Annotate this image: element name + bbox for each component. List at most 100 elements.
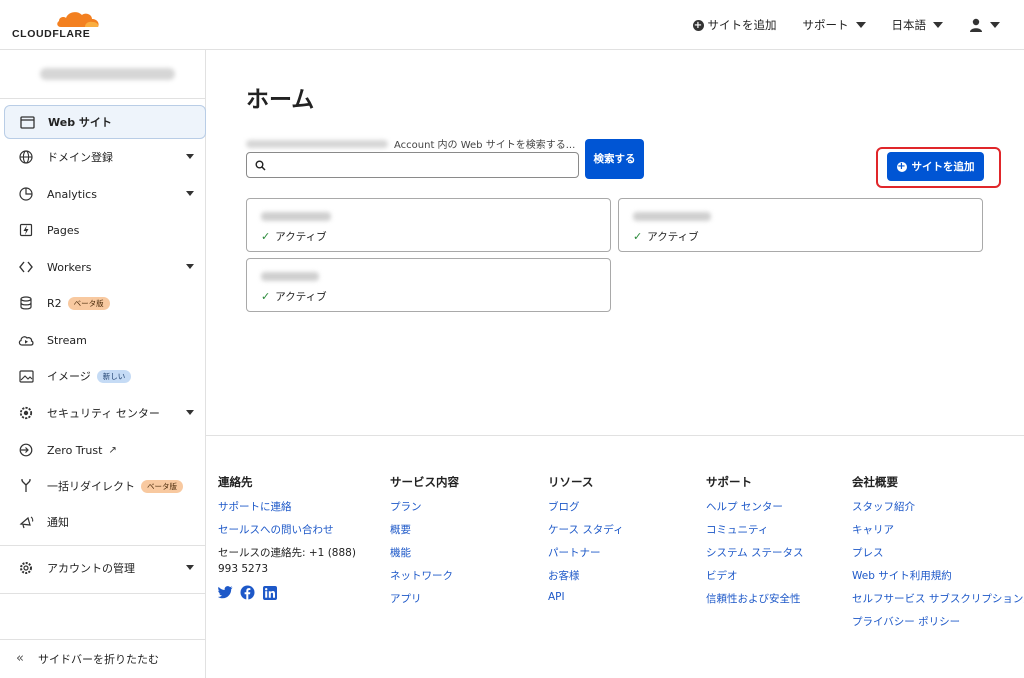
sidebar-item-notifications[interactable]: 通知 bbox=[4, 505, 206, 539]
sidebar-item-analytics[interactable]: Analytics bbox=[4, 177, 206, 211]
footer-link-api[interactable]: API bbox=[548, 591, 624, 603]
sidebar-item-label: セキュリティ センター bbox=[47, 407, 160, 420]
database-icon bbox=[18, 295, 34, 311]
caret-down-icon bbox=[933, 22, 943, 28]
footer-link-blog[interactable]: ブログ bbox=[548, 499, 624, 514]
search-input[interactable] bbox=[272, 154, 578, 176]
search-label-text: Account 内の Web サイトを検索する... bbox=[394, 140, 576, 151]
footer-link-press[interactable]: プレス bbox=[852, 545, 1024, 560]
header-add-site-label: サイトを追加 bbox=[707, 18, 777, 32]
footer-link-careers[interactable]: キャリア bbox=[852, 522, 1024, 537]
add-site-button[interactable]: + サイトを追加 bbox=[887, 152, 984, 181]
footer-heading: リソース bbox=[548, 475, 594, 489]
facebook-icon[interactable] bbox=[240, 585, 255, 600]
security-gear-icon bbox=[18, 405, 34, 421]
site-name-redacted bbox=[261, 272, 319, 281]
search-input-wrapper[interactable] bbox=[246, 152, 579, 178]
footer-link-community[interactable]: コミュニティ bbox=[706, 522, 804, 537]
analytics-icon bbox=[18, 186, 34, 202]
footer-link-contact-support[interactable]: サポートに連絡 bbox=[218, 499, 368, 514]
main-content: ホーム Account 内の Web サイトを検索する... 検索する + サイ… bbox=[206, 50, 1024, 678]
footer-column-support: サポート ヘルプ センター コミュニティ システム ステータス ビデオ 信頼性お… bbox=[706, 474, 804, 614]
cloudflare-logo[interactable]: CLOUDFLARE bbox=[12, 8, 102, 42]
sidebar-item-account-management[interactable]: アカウントの管理 bbox=[4, 551, 206, 585]
footer-link-privacy-policy[interactable]: プライバシー ポリシー bbox=[852, 614, 1024, 629]
sidebar-item-label: Analytics bbox=[47, 187, 97, 201]
account-name-redacted bbox=[246, 139, 388, 148]
site-name-redacted bbox=[261, 212, 331, 221]
page-title: ホーム bbox=[246, 87, 315, 113]
caret-down-icon bbox=[186, 154, 194, 159]
footer-link-customers[interactable]: お客様 bbox=[548, 568, 624, 583]
new-badge: 新しい bbox=[96, 369, 132, 383]
sidebar-item-r2[interactable]: R2 ベータ版 bbox=[4, 286, 206, 320]
sidebar-item-label: R2 bbox=[47, 296, 62, 310]
sidebar-item-label: Zero Trust bbox=[47, 443, 103, 457]
footer-link-plans[interactable]: プラン bbox=[390, 499, 459, 514]
sidebar-item-images[interactable]: イメージ 新しい bbox=[4, 359, 206, 393]
plus-circle-icon: + bbox=[692, 19, 704, 31]
sidebar-item-label: 通知 bbox=[47, 516, 69, 529]
caret-down-icon bbox=[186, 565, 194, 570]
caret-down-icon bbox=[186, 191, 194, 196]
footer-link-team[interactable]: スタッフ紹介 bbox=[852, 499, 1024, 514]
caret-down-icon bbox=[186, 264, 194, 269]
twitter-icon[interactable] bbox=[218, 585, 233, 600]
sales-phone: セールスの連絡先: +1 (888) 993 5273 bbox=[218, 547, 356, 575]
sidebar: Web サイト ドメイン登録 Analytics Pages Workers R… bbox=[0, 50, 206, 678]
footer-link-apps[interactable]: アプリ bbox=[390, 591, 459, 606]
language-menu[interactable]: 日本語 bbox=[892, 17, 943, 33]
sidebar-item-zero-trust[interactable]: Zero Trust ↗ bbox=[4, 433, 206, 467]
zero-trust-icon bbox=[18, 442, 34, 458]
caret-down-icon bbox=[855, 22, 866, 28]
footer-link-help-center[interactable]: ヘルプ センター bbox=[706, 499, 804, 514]
account-name-redacted[interactable] bbox=[40, 68, 175, 80]
checkmark-icon: ✓ bbox=[261, 290, 271, 303]
sidebar-item-bulk-redirects[interactable]: 一括リダイレクト ベータ版 bbox=[4, 469, 206, 503]
sidebar-item-workers[interactable]: Workers bbox=[4, 250, 206, 284]
search-icon bbox=[255, 160, 266, 171]
footer-link-videos[interactable]: ビデオ bbox=[706, 568, 804, 583]
search-label: Account 内の Web サイトを検索する... bbox=[246, 136, 575, 151]
sidebar-item-stream[interactable]: Stream bbox=[4, 323, 206, 357]
header-add-site-button[interactable]: + サイトを追加 bbox=[692, 17, 777, 33]
footer-link-features[interactable]: 機能 bbox=[390, 545, 459, 560]
site-status-label: アクティブ bbox=[275, 291, 327, 303]
browser-window-icon bbox=[19, 114, 35, 130]
site-card[interactable]: ✓ アクティブ bbox=[618, 198, 983, 252]
sidebar-item-pages[interactable]: Pages bbox=[4, 213, 206, 247]
sidebar-item-label: アカウントの管理 bbox=[47, 562, 135, 575]
site-card[interactable]: ✓ アクティブ bbox=[246, 258, 611, 312]
sidebar-item-label: Stream bbox=[47, 333, 87, 347]
collapse-sidebar-button[interactable]: « サイドバーを折りたたむ bbox=[0, 639, 205, 677]
site-card[interactable]: ✓ アクティブ bbox=[246, 198, 611, 252]
sidebar-item-label: Workers bbox=[47, 260, 92, 274]
footer-link-trust-safety[interactable]: 信頼性および安全性 bbox=[706, 591, 804, 606]
footer-link-partners[interactable]: パートナー bbox=[548, 545, 624, 560]
footer-heading: 連絡先 bbox=[218, 475, 253, 489]
footer-column-contact: 連絡先 サポートに連絡 セールスへの問い合わせ セールスの連絡先: +1 (88… bbox=[218, 474, 368, 600]
sidebar-item-domain-registration[interactable]: ドメイン登録 bbox=[4, 140, 206, 174]
footer-link-contact-sales[interactable]: セールスへの問い合わせ bbox=[218, 522, 368, 537]
footer-link-overview[interactable]: 概要 bbox=[390, 522, 459, 537]
footer-link-terms[interactable]: Web サイト利用規約 bbox=[852, 568, 1024, 583]
footer-link-subscription-agreement[interactable]: セルフサービス サブスクリプション契約 bbox=[852, 591, 1024, 606]
footer-heading: サービス内容 bbox=[390, 475, 459, 489]
linkedin-icon[interactable] bbox=[262, 585, 277, 600]
site-status-label: アクティブ bbox=[275, 231, 327, 243]
sidebar-item-label: 一括リダイレクト bbox=[47, 480, 135, 493]
user-menu[interactable] bbox=[969, 18, 1000, 32]
sidebar-item-security-center[interactable]: セキュリティ センター bbox=[4, 396, 206, 430]
site-status-label: アクティブ bbox=[647, 231, 699, 243]
sidebar-item-websites[interactable]: Web サイト bbox=[4, 105, 206, 139]
footer-heading: サポート bbox=[706, 475, 752, 489]
search-button[interactable]: 検索する bbox=[585, 139, 644, 179]
sidebar-item-label: ドメイン登録 bbox=[47, 151, 113, 164]
footer-link-system-status[interactable]: システム ステータス bbox=[706, 545, 804, 560]
support-menu[interactable]: サポート bbox=[803, 17, 866, 33]
user-icon bbox=[970, 18, 982, 32]
double-chevron-left-icon: « bbox=[16, 651, 24, 666]
footer-link-network[interactable]: ネットワーク bbox=[390, 568, 459, 583]
footer-link-case-studies[interactable]: ケース スタディ bbox=[548, 522, 624, 537]
site-name-redacted bbox=[633, 212, 711, 221]
